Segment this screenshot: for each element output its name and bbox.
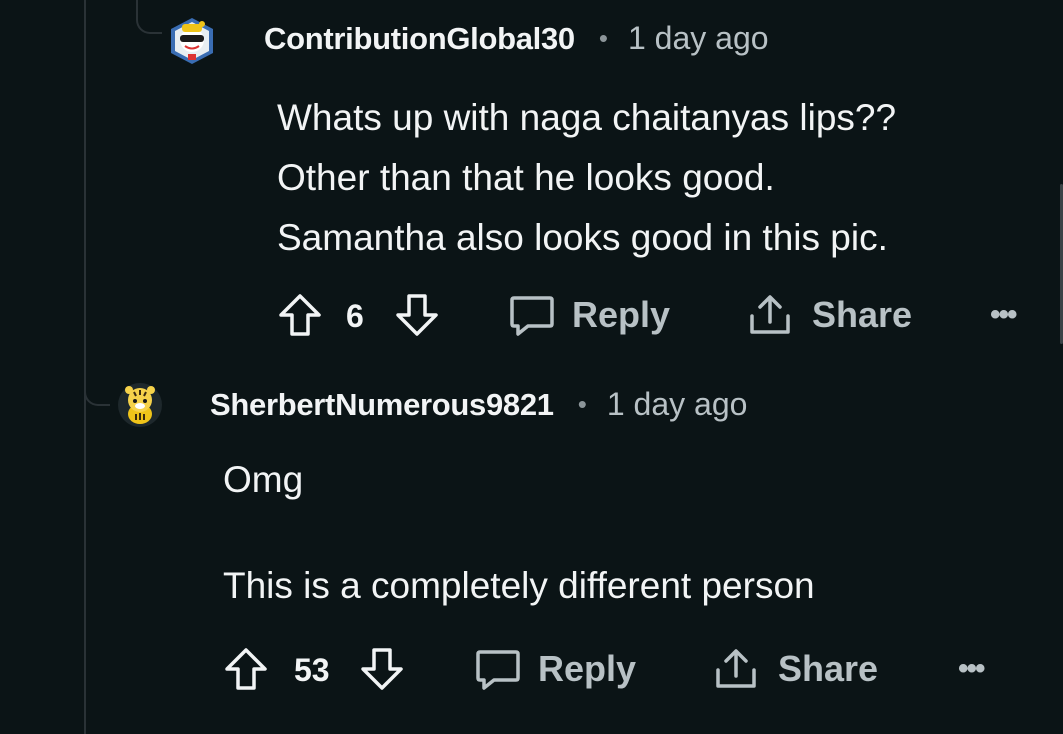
upvote-button[interactable] — [277, 292, 323, 338]
upvote-button[interactable] — [223, 646, 269, 692]
comment-line: This is a completely different person — [223, 565, 815, 606]
share-icon — [716, 649, 756, 688]
timestamp[interactable]: 1 day ago — [607, 386, 748, 423]
comment-body: Whats up with naga chaitanyas lips?? Oth… — [277, 88, 896, 268]
reply-label: Reply — [572, 294, 671, 335]
vote-count-wrap: 53 — [294, 652, 330, 689]
upvote-arrow-icon — [279, 294, 321, 336]
share-button[interactable]: Share — [712, 646, 878, 692]
snoo-sunglasses-avatar[interactable] — [168, 16, 216, 64]
reply-button[interactable]: Reply — [474, 646, 636, 692]
thread-elbow-1 — [136, 0, 162, 34]
thread-line-inner — [136, 0, 138, 4]
comment-line: Other than that he looks good. — [277, 157, 775, 198]
more-options-button[interactable]: ••• — [958, 652, 985, 686]
comment-meta: SherbertNumerous9821 • 1 day ago — [210, 386, 747, 423]
comment-line: Samantha also looks good in this pic. — [277, 217, 888, 258]
comment-line: Omg — [223, 459, 304, 500]
thread-line-outer — [84, 0, 86, 734]
comment-meta: ContributionGlobal30 • 1 day ago — [264, 20, 769, 57]
vote-count: 6 — [346, 298, 364, 334]
vote-count: 53 — [294, 652, 330, 688]
username[interactable]: SherbertNumerous9821 — [210, 387, 554, 423]
comment-line: Whats up with naga chaitanyas lips?? — [277, 97, 897, 138]
reply-label: Reply — [538, 648, 637, 689]
separator-dot: • — [598, 23, 608, 53]
comment-bubble-icon — [510, 296, 554, 336]
comment-actions: 53 Reply Share ••• — [0, 640, 1063, 700]
downvote-button[interactable] — [394, 292, 440, 338]
share-icon — [750, 295, 790, 334]
separator-dot: • — [577, 389, 587, 419]
share-label: Share — [812, 294, 913, 335]
share-label: Share — [778, 648, 879, 689]
downvote-arrow-icon — [396, 294, 438, 336]
thread-elbow-2 — [84, 380, 110, 406]
tiger-avatar[interactable] — [116, 380, 164, 428]
comment-actions: 6 Reply Share ••• — [0, 286, 1063, 346]
vote-count-wrap: 6 — [346, 298, 364, 335]
comment-bubble-icon — [476, 650, 520, 690]
share-button[interactable]: Share — [746, 292, 912, 338]
timestamp[interactable]: 1 day ago — [628, 20, 769, 57]
downvote-button[interactable] — [359, 646, 405, 692]
downvote-arrow-icon — [361, 648, 403, 690]
comment-body: Omg This is a completely different perso… — [223, 453, 815, 612]
username[interactable]: ContributionGlobal30 — [264, 21, 575, 57]
reply-button[interactable]: Reply — [508, 292, 670, 338]
upvote-arrow-icon — [225, 648, 267, 690]
comment-line — [223, 506, 815, 559]
more-options-button[interactable]: ••• — [990, 298, 1017, 332]
